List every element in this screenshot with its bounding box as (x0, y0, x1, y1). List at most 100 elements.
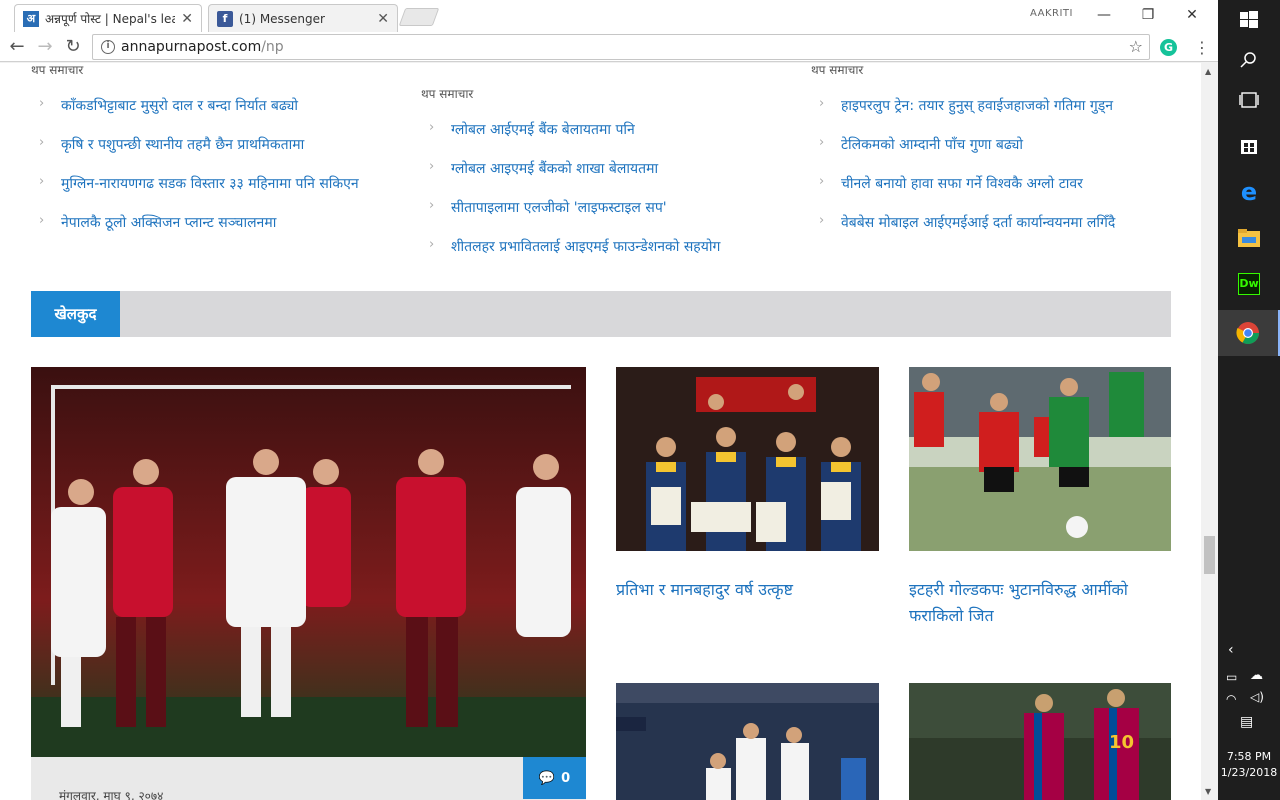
news-link-text[interactable]: टेलिकमको आम्दानी पाँच गुणा बढ्यो (841, 137, 1023, 153)
chevron-right-icon: › (429, 237, 435, 252)
page-scrollbar[interactable]: ▲ ▼ (1201, 63, 1218, 800)
bookmark-star-icon[interactable]: ☆ (1129, 37, 1143, 56)
chevron-right-icon: › (429, 198, 435, 213)
news-link[interactable]: › चीनले बनायो हावा सफा गर्ने विश्वकै अग्ल… (811, 174, 1115, 213)
comment-count-button[interactable]: 💬 0 (523, 757, 586, 799)
tab-annapurna-post[interactable]: अ अन्नपूर्ण पोस्ट | Nepal's lea ✕ (14, 4, 202, 32)
dreamweaver-logo-icon: Dw (1238, 273, 1260, 295)
news-link-text[interactable]: मुग्लिन-नारायणगढ सडक विस्तार ३३ महिनामा … (61, 176, 359, 192)
forward-arrow-icon[interactable]: → (34, 36, 56, 58)
windows-logo-icon (1240, 11, 1258, 28)
url-path: /np (261, 39, 284, 55)
annapurna-favicon-icon: अ (23, 10, 39, 27)
hero-meta-bar: मंगलवार, माघ ९, २०७४ 💬 0 (31, 757, 586, 800)
chevron-right-icon: › (819, 96, 825, 111)
barcelona-match-image[interactable]: 10 (909, 683, 1171, 800)
dreamweaver-icon[interactable]: Dw (1218, 264, 1280, 304)
address-bar[interactable]: i annapurnapost.com/np ☆ (92, 34, 1150, 60)
windows-taskbar: e Dw ‹ ▭ ☁ ◠ ◁) ▤ 7:58 PM 1/23/2018 (1218, 0, 1280, 800)
sports-section-header: खेलकुद (31, 291, 1171, 337)
news-link-text[interactable]: ग्लोबल आइएमई बैंकको शाखा बेलायतमा (451, 161, 658, 177)
magnifier-icon (1240, 52, 1256, 68)
maximize-icon[interactable]: ❐ (1128, 4, 1168, 26)
chevron-right-icon: › (429, 159, 435, 174)
back-arrow-icon[interactable]: ← (6, 36, 28, 58)
news-link[interactable]: › कृषि र पशुपन्छी स्थानीय तहमै छैन प्राथम… (31, 135, 359, 174)
news-link[interactable]: › ग्लोबल आइएमई बैंकको शाखा बेलायतमा (421, 159, 720, 198)
folder-icon (1238, 229, 1260, 247)
url-domain: annapurnapost.com (121, 39, 262, 55)
hero-news-image[interactable] (31, 367, 586, 757)
news-link[interactable]: › हाइपरलुप ट्रेन: तयार हुनुस् हवाईजहाजको … (811, 96, 1115, 135)
close-window-icon[interactable]: ✕ (1172, 4, 1212, 26)
news-link-text[interactable]: हाइपरलुप ट्रेन: तयार हुनुस् हवाईजहाजको ग… (841, 98, 1113, 114)
sports-section-tab[interactable]: खेलकुद (31, 291, 120, 337)
itahari-match-image[interactable] (909, 367, 1171, 551)
news-card-title[interactable]: प्रतिभा र मानबहादुर वर्ष उत्कृष्ट (616, 577, 879, 603)
task-view-icon[interactable] (1218, 80, 1280, 120)
reload-icon[interactable]: ↻ (62, 36, 84, 58)
scrollbar-thumb[interactable] (1204, 536, 1215, 574)
news-link[interactable]: › काँकडभिट्टाबाट मुसुरो दाल र बन्दा निर्य… (31, 96, 359, 135)
windows-icon[interactable] (1218, 0, 1280, 40)
task-view-glyph-icon (1239, 92, 1259, 108)
news-link-text[interactable]: कृषि र पशुपन्छी स्थानीय तहमै छैन प्राथमि… (61, 137, 304, 153)
onedrive-cloud-icon[interactable]: ☁ (1250, 668, 1263, 683)
chrome-logo-icon (1236, 322, 1259, 344)
close-tab-icon[interactable]: ✕ (377, 11, 389, 27)
chevron-right-icon: › (39, 174, 45, 189)
store-icon[interactable] (1218, 125, 1280, 165)
stadium-match-image[interactable] (616, 683, 879, 800)
taskbar-clock[interactable]: 7:58 PM 1/23/2018 (1218, 749, 1280, 781)
site-info-icon[interactable]: i (101, 40, 115, 54)
news-link[interactable]: › सीतापाइलामा एलजीको 'लाइफस्टाइल सप' (421, 198, 720, 237)
news-link-text[interactable]: ग्लोबल आईएमई बैंक बेलायतमा पनि (451, 122, 635, 138)
clock-date: 1/23/2018 (1220, 766, 1278, 779)
battery-icon[interactable]: ▭ (1226, 670, 1237, 684)
close-tab-icon[interactable]: ✕ (181, 11, 193, 27)
store-bag-icon (1241, 140, 1257, 154)
news-link-text[interactable]: नेपालकै ठूलो अक्सिजन प्लान्ट सञ्चालनमा (61, 215, 276, 231)
news-link[interactable]: › शीतलहर प्रभावितलाई आइएमई फाउन्डेशनको सह… (421, 237, 720, 276)
news-link-text[interactable]: सीतापाइलामा एलजीको 'लाइफस्टाइल सप' (451, 200, 667, 216)
comment-count: 0 (561, 770, 571, 786)
facebook-favicon-icon: f (217, 10, 233, 27)
show-hidden-icons-chevron-icon[interactable]: ‹ (1228, 642, 1234, 658)
tab-messenger[interactable]: f (1) Messenger ✕ (208, 4, 398, 32)
grammarly-extension-icon[interactable]: G (1160, 39, 1177, 56)
action-center-icon[interactable]: ▤ (1240, 714, 1253, 730)
hero-date: मंगलवार, माघ ९, २०७४ (59, 789, 164, 800)
search-icon[interactable] (1218, 40, 1280, 80)
wifi-icon[interactable]: ◠ (1226, 692, 1236, 706)
column-label-left: थप समाचार (31, 63, 84, 77)
svg-text:10: 10 (1109, 732, 1134, 753)
profile-user-label[interactable]: AAKRITI (1030, 8, 1073, 19)
awards-ceremony-image[interactable] (616, 367, 879, 551)
news-card-title[interactable]: इटहरी गोल्डकपः भुटानविरुद्ध आर्मीको फराक… (909, 577, 1171, 629)
news-link-text[interactable]: शीतलहर प्रभावितलाई आइएमई फाउन्डेशनको सहय… (451, 239, 720, 255)
chrome-menu-icon[interactable]: ⋮ (1194, 38, 1210, 57)
edge-icon[interactable]: e (1218, 172, 1280, 212)
scroll-up-arrow-icon[interactable]: ▲ (1205, 67, 1211, 76)
chevron-right-icon: › (819, 174, 825, 189)
news-list-right: › हाइपरलुप ट्रेन: तयार हुनुस् हवाईजहाजको … (811, 96, 1115, 252)
chevron-right-icon: › (819, 213, 825, 228)
news-list-left: › काँकडभिट्टाबाट मुसुरो दाल र बन्दा निर्य… (31, 96, 359, 252)
chrome-icon[interactable] (1218, 310, 1280, 356)
news-link[interactable]: › वेबबेस मोबाइल आईएमईआई दर्ता कार्यान्वयन… (811, 213, 1115, 252)
news-link-text[interactable]: काँकडभिट्टाबाट मुसुरो दाल र बन्दा निर्या… (61, 98, 298, 114)
chevron-right-icon: › (39, 96, 45, 111)
news-link[interactable]: › टेलिकमको आम्दानी पाँच गुणा बढ्यो (811, 135, 1115, 174)
news-link[interactable]: › नेपालकै ठूलो अक्सिजन प्लान्ट सञ्चालनमा (31, 213, 359, 252)
news-link-text[interactable]: चीनले बनायो हावा सफा गर्ने विश्वकै अग्लो… (841, 176, 1083, 192)
minimize-icon[interactable]: — (1084, 4, 1124, 26)
comments-icon: 💬 (538, 770, 556, 786)
scroll-down-arrow-icon[interactable]: ▼ (1205, 787, 1211, 796)
edge-logo-icon: e (1240, 178, 1258, 206)
volume-icon[interactable]: ◁) (1250, 690, 1264, 704)
news-link[interactable]: › ग्लोबल आईएमई बैंक बेलायतमा पनि (421, 120, 720, 159)
file-explorer-icon[interactable] (1218, 218, 1280, 258)
news-link[interactable]: › मुग्लिन-नारायणगढ सडक विस्तार ३३ महिनामा… (31, 174, 359, 213)
new-tab-button[interactable] (398, 8, 440, 26)
news-link-text[interactable]: वेबबेस मोबाइल आईएमईआई दर्ता कार्यान्वयनम… (841, 215, 1115, 231)
